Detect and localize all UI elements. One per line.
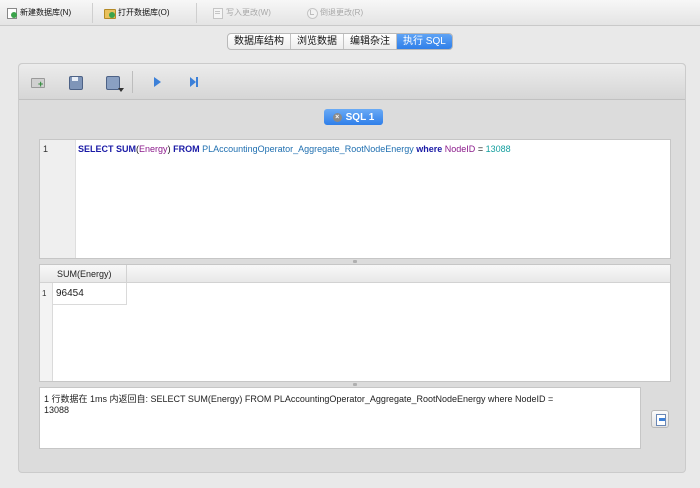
sql-editor[interactable]: 1 SELECT SUM(Energy) FROM PLAccountingOp… — [39, 139, 671, 259]
open-tab-icon[interactable] — [29, 73, 47, 91]
message-line: 13088 — [44, 405, 70, 415]
paren-close: ) — [167, 144, 171, 154]
tab-database-structure[interactable]: 数据库结构 — [228, 34, 291, 49]
new-database-button[interactable]: 新建数据库(N) — [6, 4, 71, 21]
toolbar-divider — [132, 71, 133, 93]
tab-execute-sql[interactable]: 执行 SQL — [397, 34, 452, 49]
keyword-from: FROM — [173, 144, 200, 154]
keyword-select: SELECT — [78, 144, 114, 154]
column-header[interactable]: SUM(Energy) — [53, 265, 127, 283]
write-changes-icon — [212, 7, 223, 19]
save-as-icon[interactable] — [104, 73, 124, 92]
result-cell[interactable]: 96454 — [53, 283, 127, 305]
toolbar-divider — [196, 3, 197, 23]
write-changes-label: 写入更改(W) — [226, 8, 271, 17]
results-grid[interactable]: SUM(Energy) 1 96454 — [39, 264, 671, 382]
row-number: 1 — [42, 289, 47, 298]
revert-changes-icon — [306, 7, 318, 19]
splitter-handle[interactable] — [353, 260, 357, 263]
line-number-gutter: 1 — [40, 140, 76, 258]
sql-tab[interactable]: × SQL 1 — [324, 109, 383, 125]
main-tab-bar: 数据库结构 浏览数据 编辑杂注 执行 SQL — [227, 33, 453, 50]
message-log: 1 行数据在 1ms 内返回自: SELECT SUM(Energy) FROM… — [39, 387, 641, 449]
main-toolbar: 新建数据库(N) 打开数据库(O) 写入更改(W) 倒退更改(R) — [0, 0, 700, 26]
revert-changes-label: 倒退更改(R) — [320, 8, 364, 17]
new-database-icon — [6, 7, 17, 19]
export-icon[interactable] — [651, 410, 669, 428]
splitter-handle[interactable] — [353, 383, 357, 386]
execute-sql-panel: × SQL 1 1 SELECT SUM(Energy) FROM PLAcco… — [18, 63, 686, 473]
execute-all-icon[interactable] — [148, 73, 166, 91]
execute-line-icon[interactable] — [185, 73, 203, 91]
message-line: 1 行数据在 1ms 内返回自: SELECT SUM(Energy) FROM… — [44, 394, 554, 404]
sql-code-line[interactable]: SELECT SUM(Energy) FROM PLAccountingOper… — [78, 144, 666, 154]
function-sum: SUM — [116, 144, 137, 154]
close-icon[interactable]: × — [332, 112, 342, 122]
new-database-label: 新建数据库(N) — [20, 8, 72, 17]
results-header: SUM(Energy) — [40, 265, 670, 283]
toolbar-divider — [92, 3, 93, 23]
table-name: PLAccountingOperator_Aggregate_RootNodeE… — [202, 144, 414, 154]
column-name: Energy — [139, 144, 168, 154]
line-number: 1 — [43, 144, 49, 154]
operator-equals: = — [477, 144, 484, 154]
revert-changes-button[interactable]: 倒退更改(R) — [306, 4, 363, 21]
tab-edit-pragmas[interactable]: 编辑杂注 — [344, 34, 397, 49]
open-database-icon — [104, 7, 116, 19]
field-name: NodeID — [444, 144, 476, 154]
save-icon[interactable] — [66, 73, 84, 91]
tab-browse-data[interactable]: 浏览数据 — [291, 34, 344, 49]
sql-tab-label: SQL 1 — [345, 111, 375, 123]
open-database-button[interactable]: 打开数据库(O) — [104, 4, 170, 21]
keyword-where: where — [416, 144, 443, 154]
open-database-label: 打开数据库(O) — [118, 8, 170, 17]
number-literal: 13088 — [485, 144, 511, 154]
sql-toolbar — [19, 64, 685, 100]
write-changes-button[interactable]: 写入更改(W) — [212, 4, 271, 21]
